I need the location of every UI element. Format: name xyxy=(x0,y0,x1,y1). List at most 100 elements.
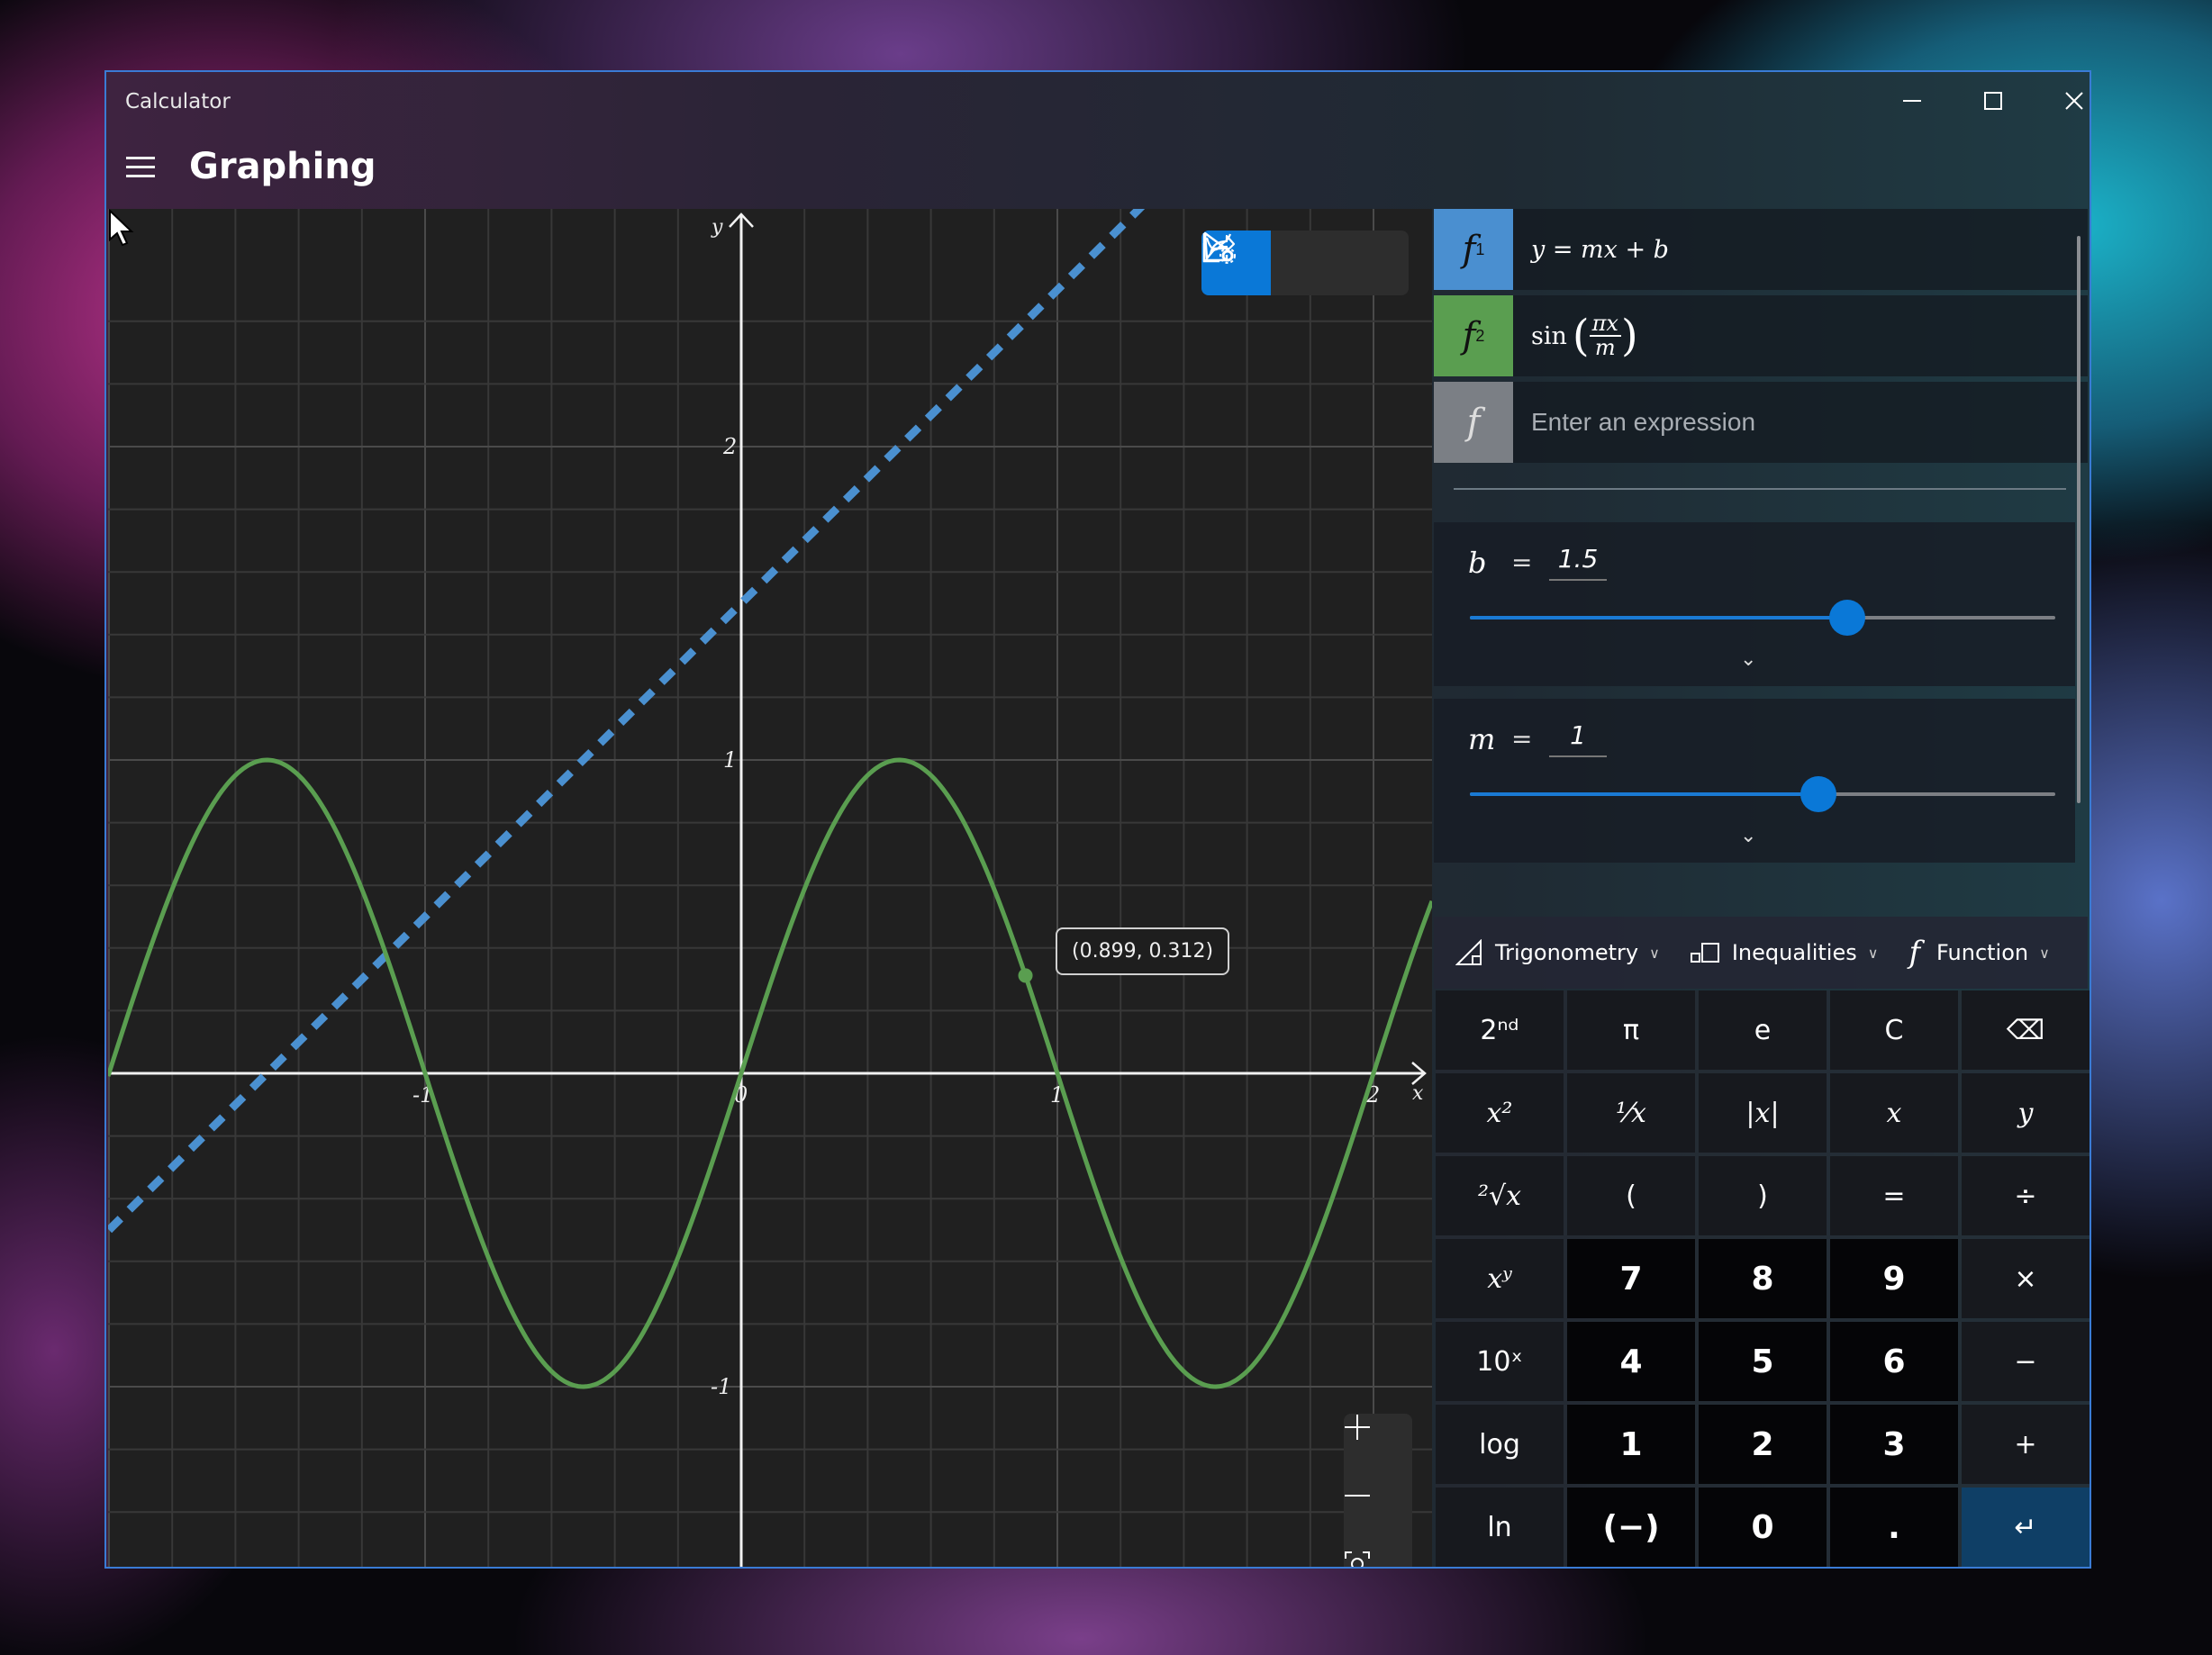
zoom-controls xyxy=(1344,1414,1412,1567)
graph-canvas[interactable]: -1 0 1 2 2 1 -1 y x (0.899, 0.312) xyxy=(108,209,1432,1567)
trace-tooltip: (0.899, 0.312) xyxy=(1056,927,1230,975)
series-f1-line xyxy=(108,209,1146,1234)
minimize-icon xyxy=(1903,100,1921,102)
function-color-chip: f xyxy=(1434,382,1513,463)
graph-toolbar xyxy=(1201,231,1409,295)
category-bar: Trigonometry ∨ Inequalities ∨ f Function ∨ xyxy=(1434,917,2088,989)
key-enter[interactable]: ↵ xyxy=(1962,1488,2090,1567)
function-color-chip[interactable]: f2 xyxy=(1434,295,1513,376)
plus-icon xyxy=(1345,1415,1370,1440)
slider-thumb[interactable] xyxy=(1800,776,1836,812)
key-log[interactable]: log xyxy=(1436,1405,1564,1484)
mode-title: Graphing xyxy=(189,146,376,187)
y-tick-label: 2 xyxy=(722,434,737,459)
function-row-f1[interactable]: f1 y = mx + b xyxy=(1434,209,2088,290)
trigonometry-dropdown[interactable]: Trigonometry ∨ xyxy=(1455,939,1660,966)
minus-icon xyxy=(1345,1495,1370,1497)
slider-thumb[interactable] xyxy=(1829,600,1866,636)
variable-name: b xyxy=(1468,546,1487,580)
key-1[interactable]: 1 xyxy=(1567,1405,1695,1484)
maximize-icon xyxy=(1984,92,2002,110)
key-sqrt[interactable]: ²√x xyxy=(1436,1156,1564,1235)
key-var-x[interactable]: x xyxy=(1830,1073,1958,1153)
graph-options-button[interactable] xyxy=(1202,231,1409,295)
maximize-button[interactable] xyxy=(1953,72,2034,130)
variable-card-m: m = 1 ⌄ xyxy=(1434,699,2075,863)
variable-card-b: b = 1.5 ⌄ xyxy=(1434,522,2075,686)
variable-value-input[interactable]: 1.5 xyxy=(1549,544,1607,581)
key-3[interactable]: 3 xyxy=(1830,1405,1958,1484)
key-backspace[interactable]: ⌫ xyxy=(1962,990,2090,1070)
key-equals[interactable]: = xyxy=(1830,1156,1958,1235)
minimize-button[interactable] xyxy=(1872,72,1953,130)
variable-name: m xyxy=(1468,722,1496,756)
navigation-menu-button[interactable] xyxy=(126,155,157,180)
key-negate[interactable]: (−) xyxy=(1567,1488,1695,1567)
key-ln[interactable]: ln xyxy=(1436,1488,1564,1567)
zoom-out-button[interactable] xyxy=(1344,1482,1412,1551)
key-var-y[interactable]: y xyxy=(1962,1073,2090,1153)
divider xyxy=(1454,488,2066,490)
header: Graphing xyxy=(106,130,2090,207)
x-axis-label: x xyxy=(1412,1082,1424,1105)
reset-view-button[interactable] xyxy=(1344,1551,1412,1567)
key-5[interactable]: 5 xyxy=(1699,1322,1827,1401)
function-row-new[interactable]: f Enter an expression xyxy=(1434,382,2088,463)
key-8[interactable]: 8 xyxy=(1699,1239,1827,1318)
traced-point xyxy=(1018,968,1033,983)
function-color-chip[interactable]: f1 xyxy=(1434,209,1513,290)
key-clear[interactable]: C xyxy=(1830,990,1958,1070)
y-axis-label: y xyxy=(712,216,723,239)
calculator-window: Calculator Graphing -101221-1 y x xyxy=(104,70,2091,1569)
key-pi[interactable]: π xyxy=(1567,990,1695,1070)
equals-sign: = xyxy=(1511,724,1533,754)
inequalities-dropdown[interactable]: Inequalities ∨ xyxy=(1690,940,1878,965)
expand-chevron-icon[interactable]: ⌄ xyxy=(1740,648,1756,671)
expression-input[interactable]: Enter an expression xyxy=(1531,382,1755,463)
key-ten-power[interactable]: 10ˣ xyxy=(1436,1322,1564,1401)
close-icon xyxy=(2065,92,2083,110)
key-subtract[interactable]: − xyxy=(1962,1322,2090,1401)
function-row-f2[interactable]: f2 sin ( πx m ) xyxy=(1434,295,2088,376)
graph-settings-icon xyxy=(1202,233,1236,264)
zoom-in-button[interactable] xyxy=(1344,1414,1412,1482)
key-decimal[interactable]: . xyxy=(1830,1488,1958,1567)
key-reciprocal[interactable]: ¹⁄x xyxy=(1567,1073,1695,1153)
function-expression[interactable]: y = mx + b xyxy=(1531,209,1669,290)
key-square[interactable]: x² xyxy=(1436,1073,1564,1153)
function-expression[interactable]: sin ( πx m ) xyxy=(1531,295,1638,376)
key-add[interactable]: + xyxy=(1962,1405,2090,1484)
y-tick-label: -1 xyxy=(711,1374,731,1399)
key-9[interactable]: 9 xyxy=(1830,1239,1958,1318)
key-close-paren[interactable]: ) xyxy=(1699,1156,1827,1235)
variable-value-input[interactable]: 1 xyxy=(1549,720,1607,757)
graph-plot: -1 0 1 221-1 xyxy=(108,209,1432,1567)
key-multiply[interactable]: × xyxy=(1962,1239,2090,1318)
share-button[interactable] xyxy=(1202,231,1340,295)
app-title: Calculator xyxy=(125,90,231,113)
key-abs[interactable]: |x| xyxy=(1699,1073,1827,1153)
key-e[interactable]: e xyxy=(1699,990,1827,1070)
function-icon: f xyxy=(1908,935,1921,971)
expand-chevron-icon[interactable]: ⌄ xyxy=(1740,825,1756,847)
key-2[interactable]: 2 xyxy=(1699,1405,1827,1484)
key-second[interactable]: 2ⁿᵈ xyxy=(1436,990,1564,1070)
key-0[interactable]: 0 xyxy=(1699,1488,1827,1567)
variable-slider-m[interactable] xyxy=(1470,776,2055,812)
key-open-paren[interactable]: ( xyxy=(1567,1156,1695,1235)
mouse-cursor-icon xyxy=(109,209,134,247)
key-divide[interactable]: ÷ xyxy=(1962,1156,2090,1235)
keypad: 2ⁿᵈ π e C ⌫ x² ¹⁄x |x| x y ²√x() = ÷ xʸ 7 8 9 × 10ˣ 4 5 6− log… xyxy=(1436,990,2090,1567)
equals-sign: = xyxy=(1511,547,1533,577)
inequalities-icon xyxy=(1690,943,1719,963)
function-dropdown[interactable]: f Function ∨ xyxy=(1908,935,2049,971)
key-6[interactable]: 6 xyxy=(1830,1322,1958,1401)
variable-slider-b[interactable] xyxy=(1470,600,2055,636)
key-4[interactable]: 4 xyxy=(1567,1322,1695,1401)
close-button[interactable] xyxy=(2034,72,2115,130)
key-7[interactable]: 7 xyxy=(1567,1239,1695,1318)
panel-scrollbar[interactable] xyxy=(2077,236,2081,803)
function-panel: f1 y = mx + b f2 sin ( πx m ) f Enter an xyxy=(1434,209,2090,1567)
y-tick-label: 1 xyxy=(723,747,737,773)
key-power[interactable]: xʸ xyxy=(1436,1239,1564,1318)
